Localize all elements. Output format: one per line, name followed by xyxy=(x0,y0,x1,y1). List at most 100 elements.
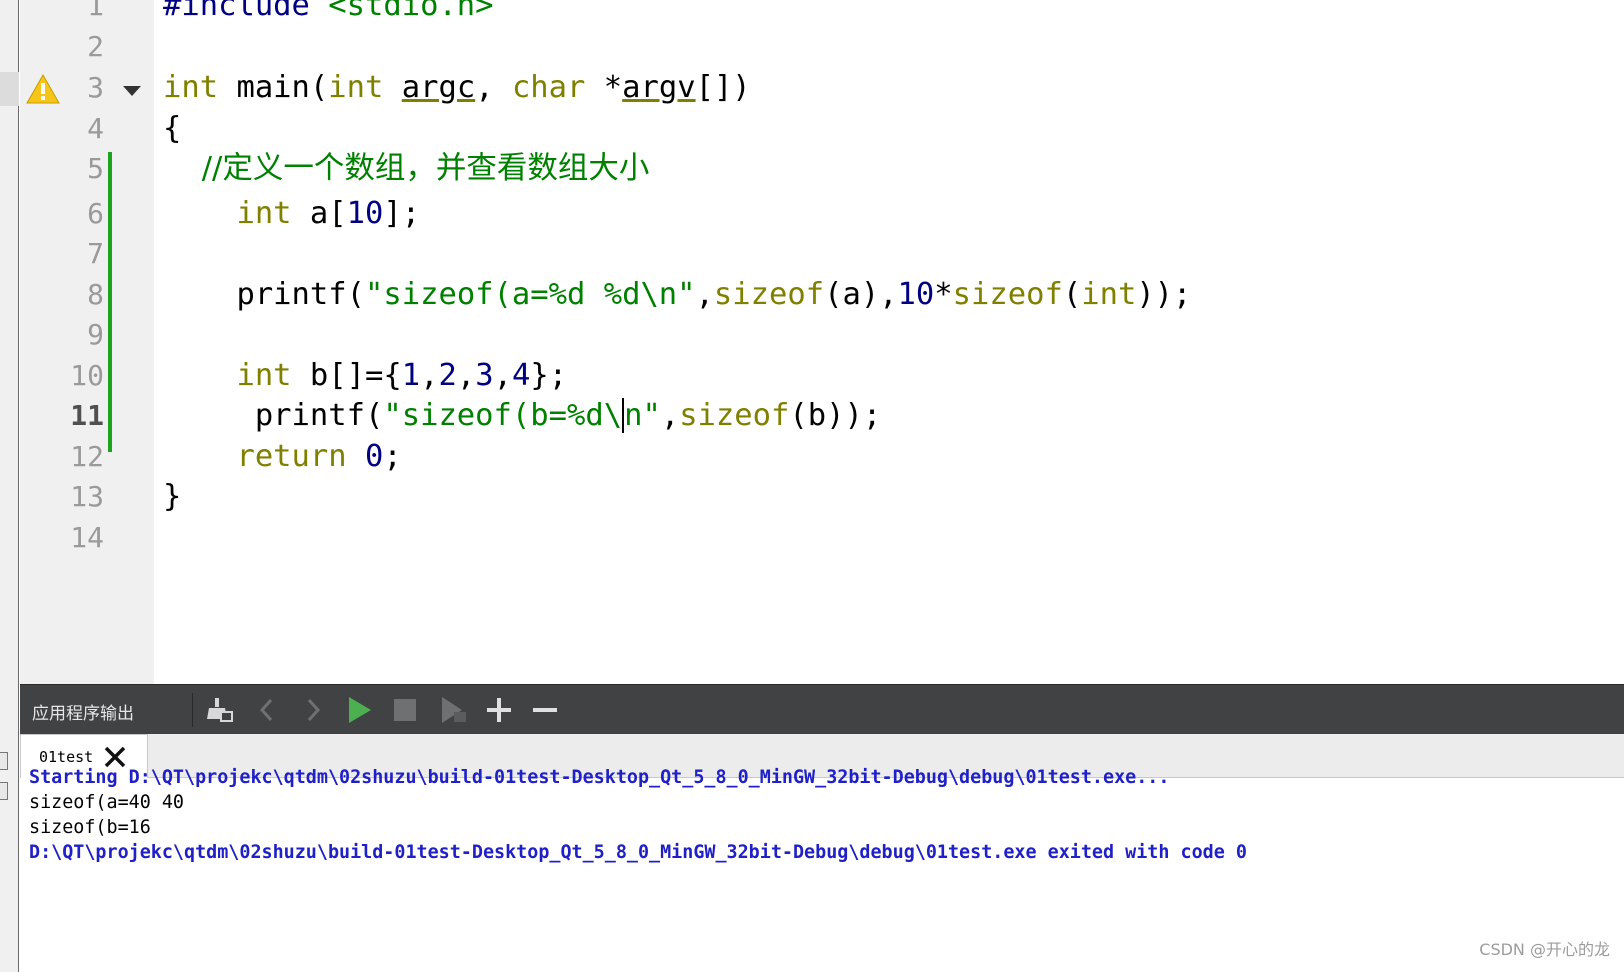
clear-output-icon xyxy=(207,698,233,722)
output-line-stdout: sizeof(b=16 xyxy=(29,817,151,838)
run-icon xyxy=(349,697,371,723)
line-number: 1 xyxy=(87,0,104,22)
toolbar-separator xyxy=(192,693,193,727)
code-token: , xyxy=(456,358,476,393)
code-token: b[]={ xyxy=(291,358,402,393)
code-token: ; xyxy=(383,439,402,474)
code-token: printf( xyxy=(163,398,384,433)
prev-icon xyxy=(259,698,273,722)
code-token: "sizeof(a=%d %d\n" xyxy=(365,277,696,312)
changed-lines-marker xyxy=(108,152,112,452)
code-token: , xyxy=(420,358,439,393)
code-line-4: { xyxy=(163,111,181,147)
code-token: * xyxy=(585,70,623,105)
fold-arrow-icon[interactable] xyxy=(123,86,141,96)
code-token: 10 xyxy=(897,277,935,312)
previous-item-button[interactable] xyxy=(252,695,282,725)
code-token: int xyxy=(163,70,219,105)
line-number: 10 xyxy=(70,359,104,392)
attach-debugger-button[interactable] xyxy=(438,695,468,725)
output-line-stdout: sizeof(a=40 40 xyxy=(29,792,185,813)
side-panel-scroll-up[interactable] xyxy=(0,782,8,800)
code-token: int xyxy=(236,358,292,393)
side-panel-button[interactable] xyxy=(0,752,8,770)
code-token: char xyxy=(511,70,586,105)
code-token: } xyxy=(163,479,182,514)
code-token: , xyxy=(660,398,680,433)
code-line-3: int main(int argc, char *argv[]) xyxy=(163,70,751,106)
line-number: 7 xyxy=(87,237,104,270)
line-number: 12 xyxy=(70,440,104,473)
code-line-5: //定义一个数组，并查看数组大小 xyxy=(163,151,650,187)
stop-icon xyxy=(394,699,416,721)
code-token: main( xyxy=(218,70,329,105)
attach-debugger-icon xyxy=(442,697,466,723)
code-token: argc xyxy=(401,70,476,105)
code-token: int xyxy=(236,196,292,231)
window-left-edge xyxy=(0,0,19,972)
zoom-out-icon xyxy=(533,708,557,712)
stop-button[interactable] xyxy=(390,695,420,725)
next-item-button[interactable] xyxy=(298,695,328,725)
zoom-out-button[interactable] xyxy=(530,695,560,725)
code-token: argv xyxy=(622,70,696,105)
code-token: (a), xyxy=(824,277,898,312)
code-token: printf( xyxy=(163,277,365,312)
code-token: }; xyxy=(530,358,568,393)
code-token: { xyxy=(163,111,182,146)
code-token: //定义一个数组，并查看数组大小 xyxy=(163,151,650,186)
code-token: )); xyxy=(1136,277,1192,312)
code-editor[interactable]: 1 2 3 4 5 6 7 8 9 10 11 12 13 14 #include <stdio.h> i… xyxy=(20,0,1624,684)
line-number: 6 xyxy=(87,197,104,230)
line-number: 4 xyxy=(87,112,104,145)
code-token: 4 xyxy=(511,358,531,393)
code-token: * xyxy=(934,277,953,312)
code-token: a[ xyxy=(291,196,347,231)
line-number: 2 xyxy=(87,30,104,63)
line-number: 11 xyxy=(70,399,104,432)
warning-line-marker xyxy=(0,72,19,106)
code-token: sizeof xyxy=(679,398,790,433)
code-token: int xyxy=(328,70,384,105)
code-line-10: int b[]={1,2,3,4}; xyxy=(163,358,567,394)
code-token: sizeof xyxy=(952,277,1063,312)
line-number: 8 xyxy=(87,278,104,311)
code-token: ( xyxy=(1062,277,1082,312)
code-token: []) xyxy=(695,70,751,105)
code-token: "sizeof(b=%d\ xyxy=(383,398,623,433)
code-line-12: return 0; xyxy=(163,439,402,475)
application-output[interactable]: Starting D:\QT\projekc\qtdm\02shuzu\buil… xyxy=(20,767,1624,972)
line-number: 9 xyxy=(87,318,104,351)
code-token: sizeof xyxy=(713,277,825,312)
next-icon xyxy=(307,698,321,722)
line-number-gutter: 1 2 3 4 5 6 7 8 9 10 11 12 13 14 xyxy=(20,0,154,684)
line-number: 14 xyxy=(70,521,104,554)
tab-label: 01test xyxy=(39,748,94,766)
code-line-1: #include <stdio.h> xyxy=(163,0,494,24)
code-token: 3 xyxy=(475,358,494,393)
code-line-6: int a[10]; xyxy=(163,196,420,232)
code-token: <stdio.h> xyxy=(328,0,494,23)
code-token: #include xyxy=(163,0,329,23)
code-token: , xyxy=(695,277,714,312)
code-token: n" xyxy=(622,398,661,433)
code-token: 1 xyxy=(401,358,421,393)
watermark: CSDN @开心的龙 xyxy=(1479,940,1610,959)
code-line-8: printf("sizeof(a=%d %d\n",sizeof(a),10*s… xyxy=(163,277,1191,313)
clear-output-button[interactable] xyxy=(204,695,234,725)
code-token: , xyxy=(493,358,512,393)
code-line-11: printf("sizeof(b=%d\n",sizeof(b)); xyxy=(163,398,881,434)
rerun-button[interactable] xyxy=(344,695,374,725)
code-token: 10 xyxy=(346,196,384,231)
output-pane-toolbar: 应用程序输出 xyxy=(20,684,1624,734)
line-number: 5 xyxy=(87,152,104,185)
output-line-exit: D:\QT\projekc\qtdm\02shuzu\build-01test-… xyxy=(29,842,1247,863)
code-token: ]; xyxy=(383,196,421,231)
zoom-in-button[interactable] xyxy=(484,695,514,725)
code-token: return xyxy=(236,439,347,474)
output-line-start: Starting D:\QT\projekc\qtdm\02shuzu\buil… xyxy=(29,767,1170,788)
